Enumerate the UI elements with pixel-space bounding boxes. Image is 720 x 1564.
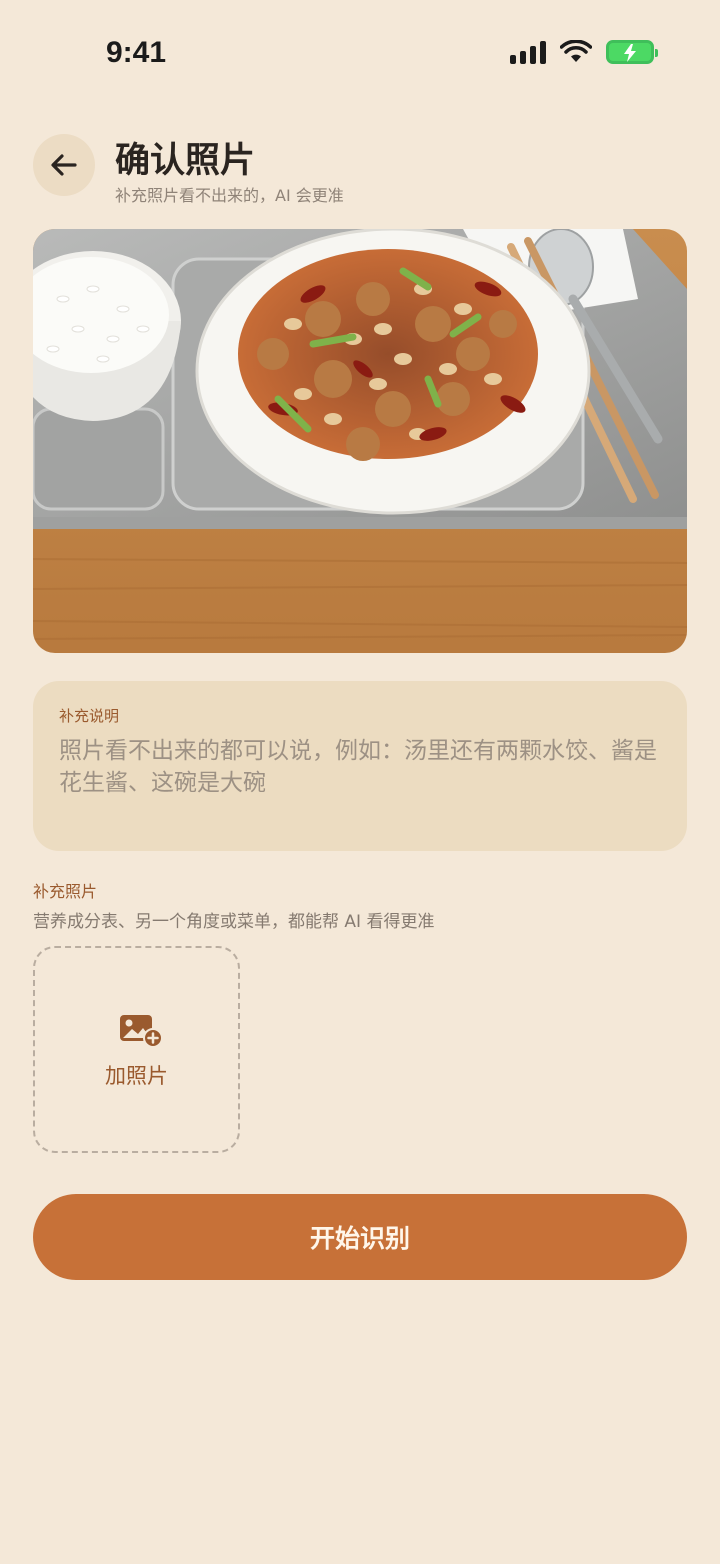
note-placeholder: 照片看不出来的都可以说，例如：汤里还有两颗水饺、酱是花生酱、这碗是大碗 <box>59 738 657 796</box>
add-photo-icon <box>120 1015 163 1048</box>
battery-icon <box>606 40 658 64</box>
start-recognition-button[interactable]: 开始识别 <box>33 1194 687 1280</box>
status-icons <box>510 40 658 64</box>
status-bar: 9:41 <box>0 0 720 100</box>
add-photo-label: 加照片 <box>105 1064 168 1088</box>
signal-icon <box>510 40 546 64</box>
page-subtitle: 补充照片看不出来的，AI 会更准 <box>115 186 344 205</box>
extra-photos-label: 补充照片 <box>33 882 98 901</box>
header: 确认照片 补充照片看不出来的，AI 会更准 <box>33 134 693 214</box>
extra-photos-hint: 营养成分表、另一个角度或菜单，都能帮 AI 看得更准 <box>33 912 435 932</box>
wifi-icon <box>560 40 592 62</box>
food-photo <box>33 229 687 653</box>
note-textarea[interactable]: 补充说明 照片看不出来的都可以说，例如：汤里还有两颗水饺、酱是花生酱、这碗是大碗 <box>33 681 687 851</box>
status-time: 9:41 <box>106 36 167 69</box>
add-photo-button[interactable]: 加照片 <box>33 946 240 1153</box>
note-label: 补充说明 <box>59 707 120 725</box>
back-arrow-icon <box>51 154 77 176</box>
page-title: 确认照片 <box>115 141 256 181</box>
back-button[interactable] <box>33 134 95 196</box>
